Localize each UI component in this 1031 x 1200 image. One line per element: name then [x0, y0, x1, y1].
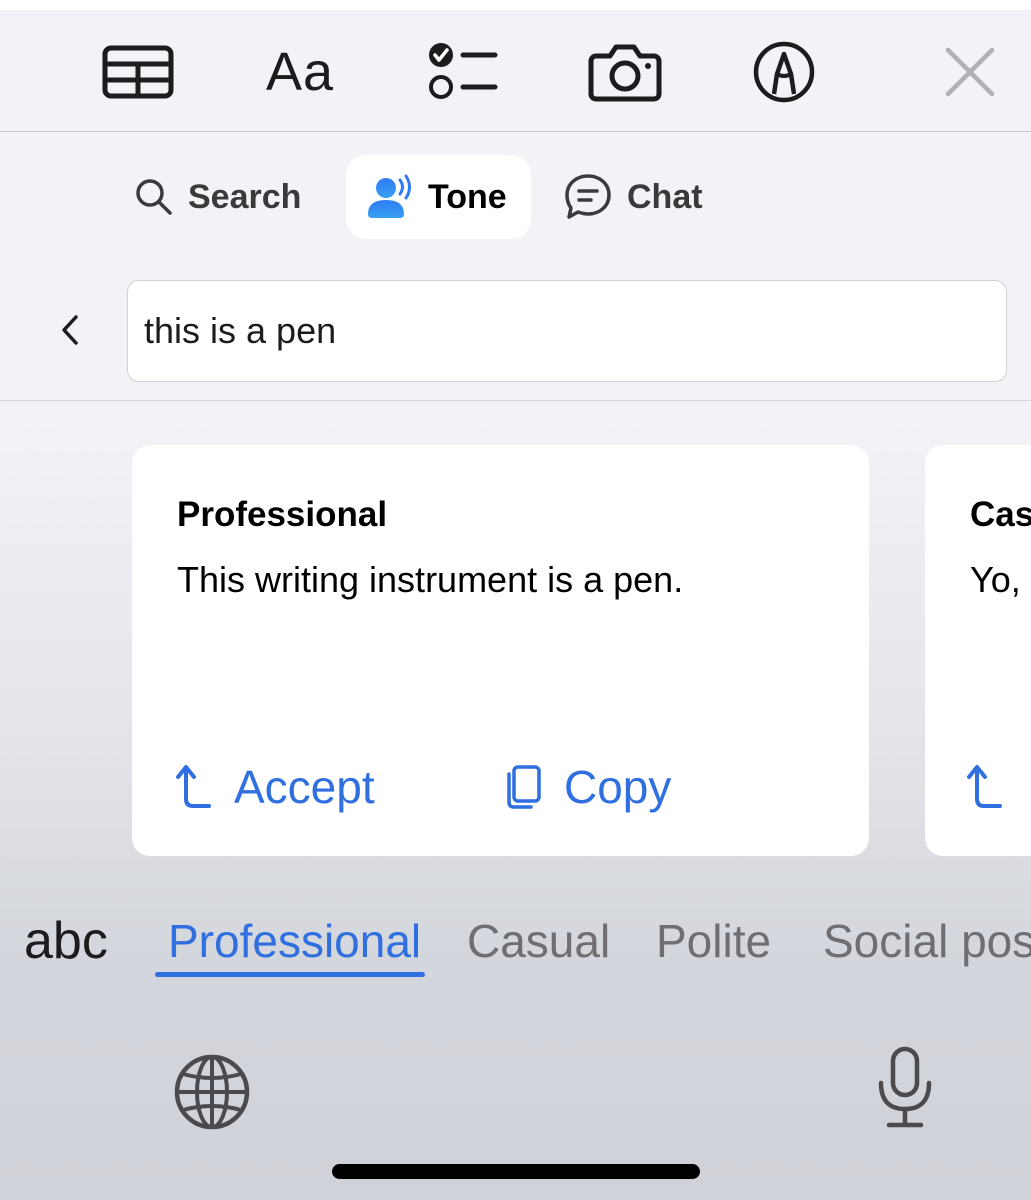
markup-pen-icon[interactable] [746, 40, 822, 104]
tab-professional[interactable]: Professional [168, 905, 421, 977]
card-title: Professional [177, 495, 388, 534]
copy-label: Copy [564, 761, 672, 813]
globe-icon[interactable] [172, 1052, 252, 1132]
search-icon [134, 177, 174, 217]
top-strip [0, 0, 1031, 10]
card-suggestion-text: Yo, [970, 559, 1021, 600]
checklist-icon[interactable] [424, 40, 500, 104]
font-icon[interactable]: Aa [262, 40, 338, 104]
copy-button[interactable]: Copy [504, 757, 671, 817]
mode-search-button[interactable]: Search [134, 155, 324, 239]
input-divider [0, 400, 1031, 401]
mode-search-label: Search [188, 177, 302, 216]
tab-polite[interactable]: Polite [656, 905, 771, 977]
copy-icon [504, 764, 542, 810]
mode-switcher: Search Tone Chat [0, 155, 1031, 239]
keyboard-toolbar: Aa [0, 10, 1031, 131]
accept-button[interactable]: Accept [174, 757, 375, 817]
accept-arrow-icon [965, 763, 1003, 811]
mode-chat-label: Chat [627, 177, 703, 216]
mode-tone-button[interactable]: Tone [346, 155, 531, 239]
toolbar-divider [0, 131, 1031, 132]
card-suggestion-text: This writing instrument is a pen. [177, 559, 684, 600]
accept-button[interactable] [965, 757, 1025, 817]
active-tab-indicator [155, 972, 425, 977]
accept-label: Accept [234, 761, 375, 813]
back-button[interactable] [50, 305, 90, 355]
home-indicator [332, 1164, 700, 1179]
chat-icon [563, 172, 613, 222]
source-text-value: this is a pen [144, 310, 337, 351]
table-icon[interactable] [100, 40, 176, 104]
tone-icon [366, 174, 414, 220]
tab-social-post[interactable]: Social post [823, 905, 1031, 977]
abc-keyboard-button[interactable]: abc [24, 905, 108, 977]
microphone-icon[interactable] [873, 1045, 937, 1130]
source-text-field[interactable]: this is a pen [127, 280, 1007, 382]
tone-suggestion-card: Cas Yo, [925, 445, 1031, 856]
tab-casual[interactable]: Casual [467, 905, 610, 977]
mode-chat-button[interactable]: Chat [563, 155, 723, 239]
accept-arrow-icon [174, 763, 212, 811]
close-icon[interactable] [932, 40, 1008, 104]
mode-tone-label: Tone [428, 177, 507, 216]
chevron-left-icon [62, 315, 78, 345]
card-title: Cas [970, 495, 1031, 534]
tone-suggestion-card: Professional This writing instrument is … [132, 445, 869, 856]
font-label: Aa [265, 42, 335, 102]
camera-icon[interactable] [587, 40, 663, 104]
